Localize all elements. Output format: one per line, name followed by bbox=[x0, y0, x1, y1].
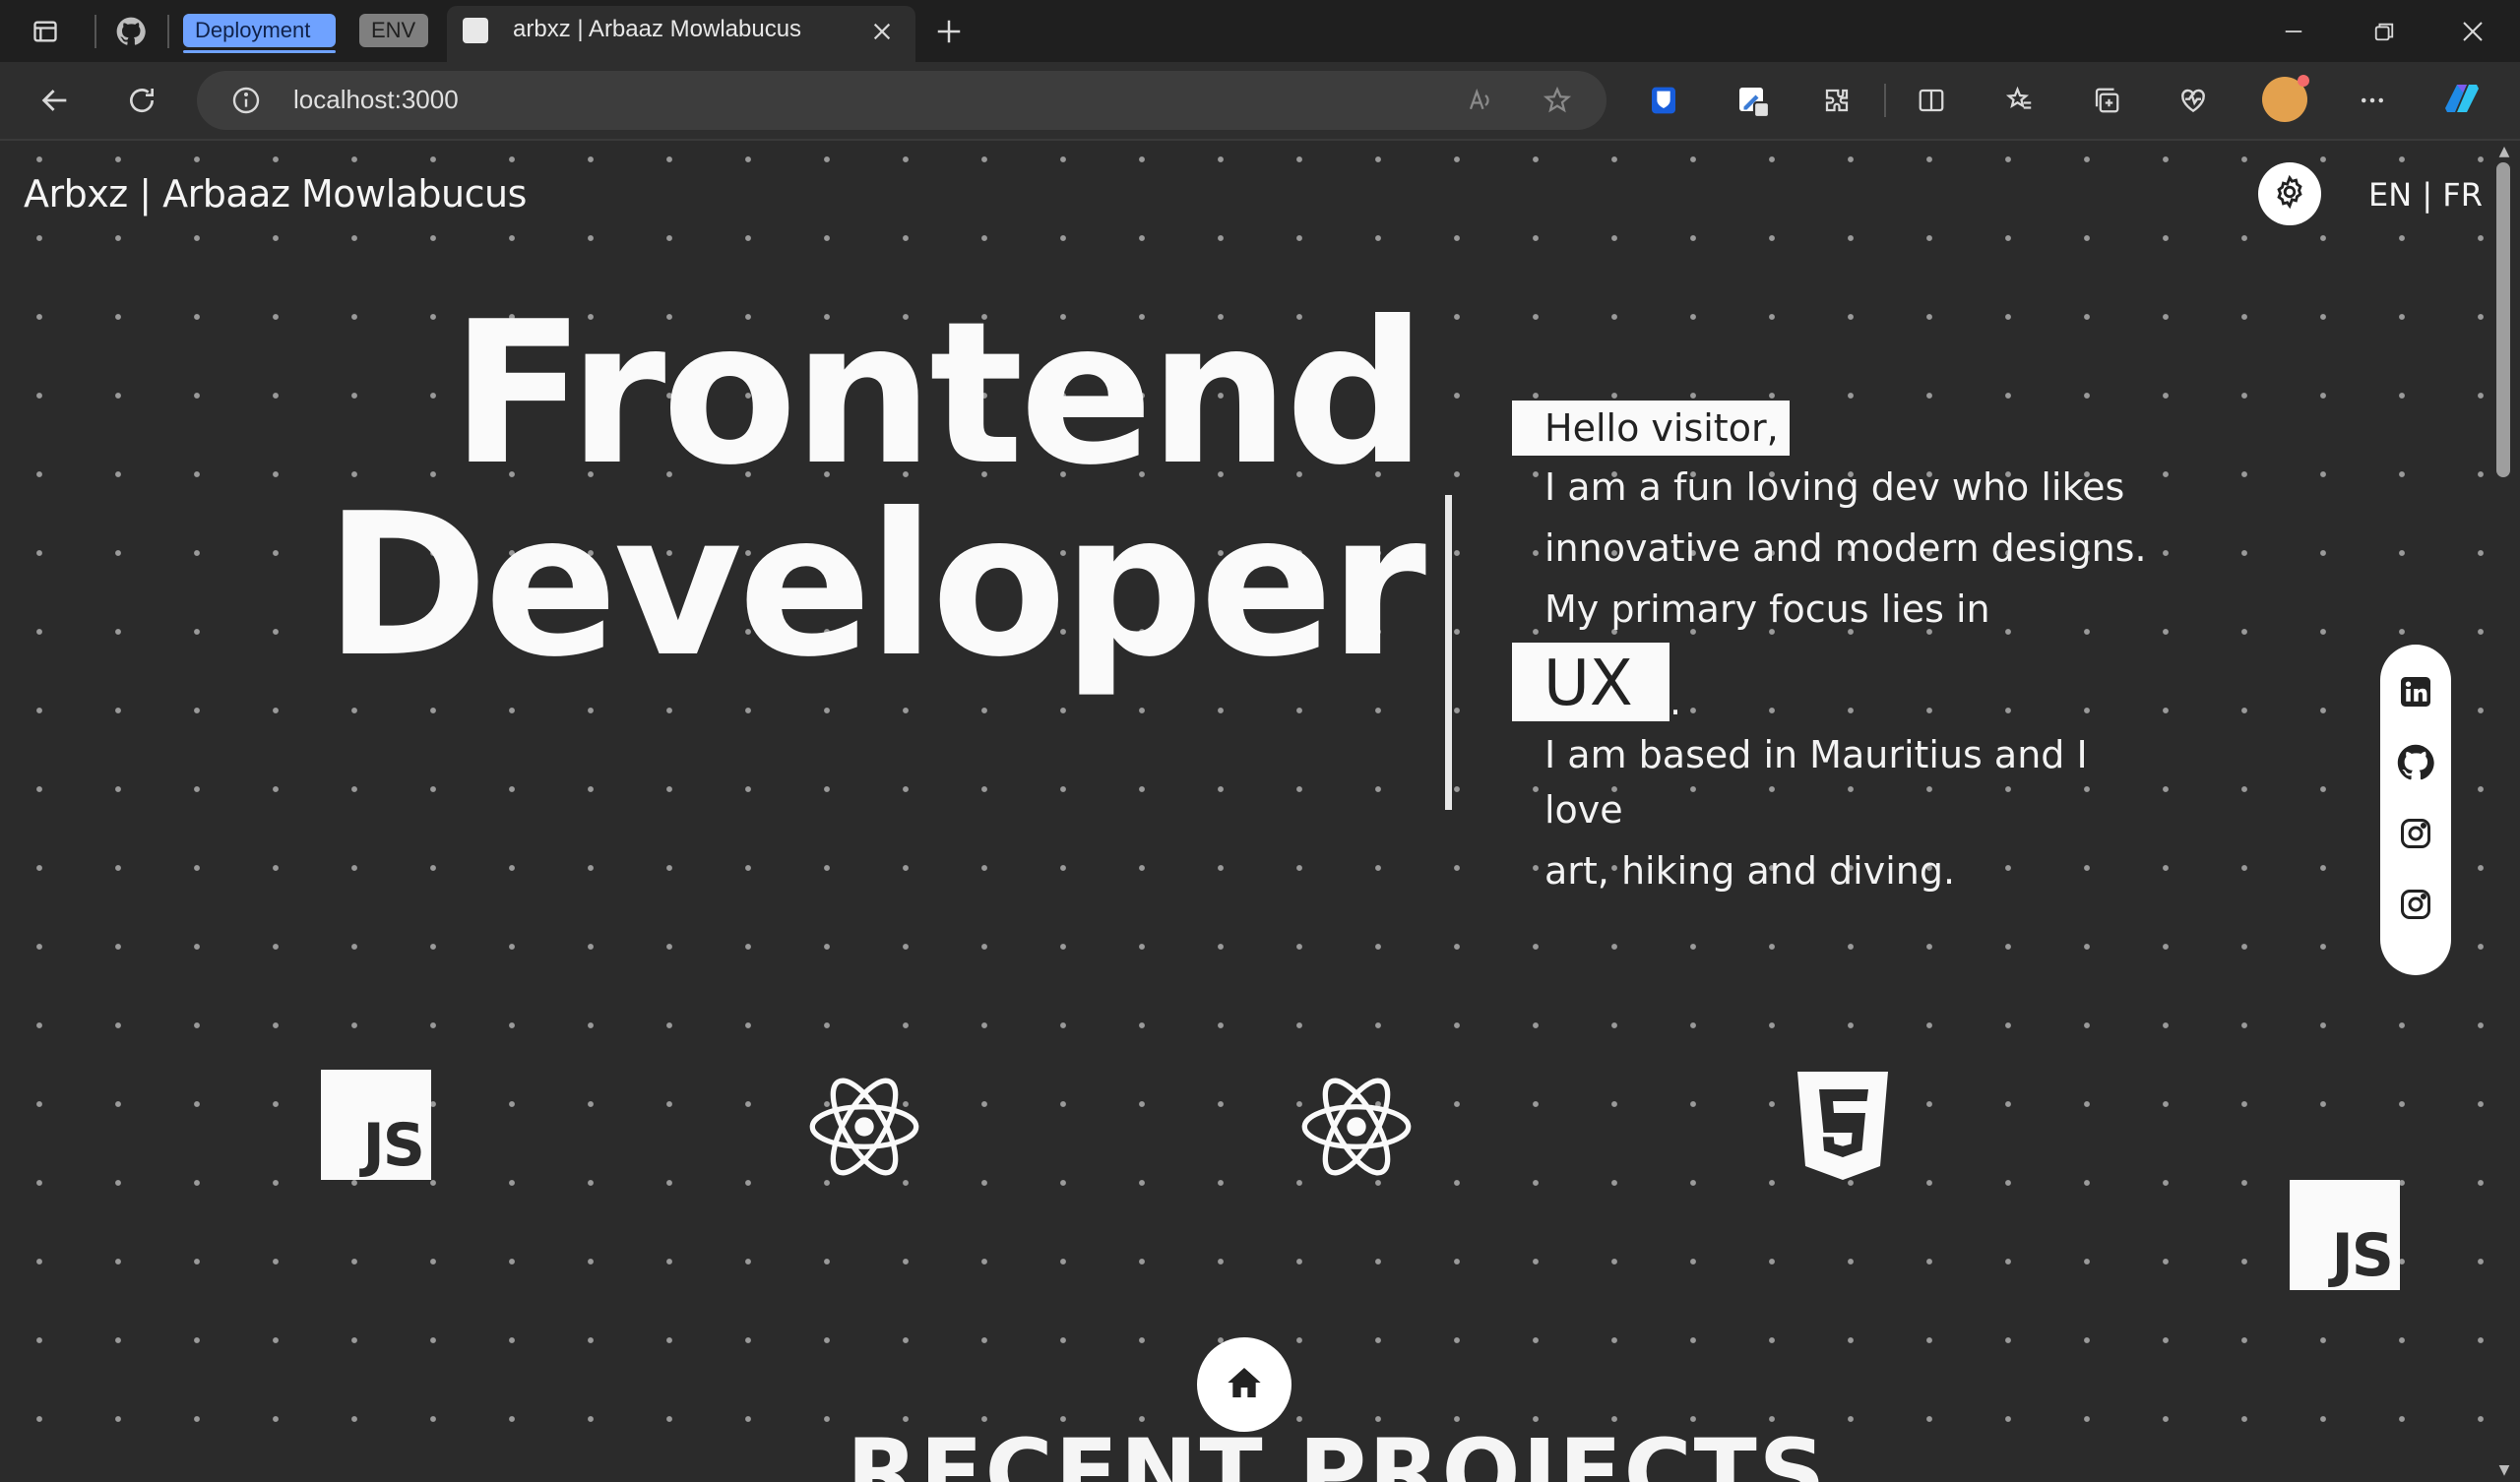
site-logo-text[interactable]: Arbxz | Arbaaz Mowlabucus bbox=[24, 172, 527, 216]
scroll-down-icon[interactable]: ▼ bbox=[2496, 1462, 2512, 1478]
gear-icon bbox=[2272, 174, 2307, 214]
back-icon[interactable] bbox=[35, 81, 75, 120]
collections-icon[interactable] bbox=[2089, 83, 2124, 118]
instagram-icon[interactable] bbox=[2396, 814, 2435, 853]
intro-line: innovative and modern designs. bbox=[1544, 526, 2147, 570]
home-button[interactable] bbox=[1197, 1337, 1292, 1432]
tabbar-separator bbox=[94, 15, 96, 48]
scroll-up-icon[interactable]: ▲ bbox=[2496, 144, 2512, 159]
greeting-text: Hello visitor, bbox=[1544, 406, 1779, 450]
color-picker-extension-icon[interactable] bbox=[1734, 83, 1774, 122]
site-info-icon[interactable] bbox=[228, 83, 264, 118]
copilot-icon[interactable] bbox=[2439, 79, 2485, 118]
bio-line: art, hiking and diving. bbox=[1544, 849, 1956, 893]
github-tab-icon[interactable] bbox=[114, 15, 148, 48]
tab-group-env[interactable]: ENV bbox=[359, 14, 428, 47]
home-icon bbox=[1225, 1363, 1264, 1406]
bio-line: I am based in Mauritius and I bbox=[1544, 733, 2088, 776]
close-tab-icon[interactable] bbox=[866, 16, 898, 47]
javascript-label: JS bbox=[2331, 1221, 2394, 1290]
focus-word: UX bbox=[1544, 648, 1633, 720]
read-aloud-icon[interactable] bbox=[1463, 83, 1498, 118]
refresh-icon[interactable] bbox=[122, 81, 161, 120]
javascript-icon: JS bbox=[321, 1070, 431, 1180]
scrollbar-thumb[interactable] bbox=[2496, 162, 2510, 477]
focus-suffix: . bbox=[1670, 680, 1682, 723]
close-window-icon[interactable] bbox=[2455, 14, 2490, 49]
browser-essentials-icon[interactable] bbox=[2175, 83, 2211, 118]
intro-line: I am a fun loving dev who likes bbox=[1544, 465, 2125, 509]
javascript-icon: JS bbox=[2290, 1180, 2400, 1290]
portfolio-page: Arbxz | Arbaaz Mowlabucus EN | FR Fronte… bbox=[0, 141, 2490, 1482]
tabbar-separator bbox=[167, 15, 169, 48]
react-icon bbox=[1299, 1070, 1414, 1184]
instagram-icon[interactable] bbox=[2396, 885, 2435, 924]
favorite-star-icon[interactable] bbox=[1540, 83, 1575, 118]
linkedin-icon[interactable] bbox=[2396, 672, 2435, 711]
favorites-icon[interactable] bbox=[2002, 83, 2038, 118]
bio-line: love bbox=[1544, 788, 1623, 832]
extensions-icon[interactable] bbox=[1819, 83, 1855, 118]
bitwarden-extension-icon[interactable] bbox=[1646, 83, 1681, 118]
tab-title: arbxz | Arbaaz Mowlabucus bbox=[513, 16, 802, 42]
settings-button[interactable] bbox=[2258, 162, 2321, 225]
more-options-icon[interactable] bbox=[2355, 83, 2390, 118]
intro-line: My primary focus lies in bbox=[1544, 587, 1990, 631]
site-favicon-icon bbox=[463, 18, 488, 43]
hero-title-line2: Developer bbox=[324, 471, 1426, 701]
hero-title: Frontend Developer bbox=[241, 279, 1426, 701]
sidebar-toggle-icon[interactable] bbox=[30, 16, 61, 47]
language-switcher[interactable]: EN | FR bbox=[2368, 176, 2483, 214]
hero-divider bbox=[1445, 495, 1452, 810]
javascript-label: JS bbox=[362, 1111, 425, 1180]
tab-group-deployment[interactable]: Deployment bbox=[183, 14, 336, 53]
github-icon[interactable] bbox=[2396, 743, 2435, 782]
recent-projects-heading: RECENT PROJECTS bbox=[847, 1420, 1828, 1482]
restore-icon[interactable] bbox=[2366, 14, 2402, 49]
toolbar-separator bbox=[1884, 84, 1886, 117]
new-tab-icon[interactable] bbox=[931, 14, 967, 49]
split-screen-icon[interactable] bbox=[1914, 83, 1949, 118]
hero-title-line1: Frontend bbox=[450, 279, 1426, 509]
html5-icon bbox=[1786, 1070, 1900, 1184]
react-icon bbox=[807, 1070, 921, 1184]
profile-avatar[interactable] bbox=[2262, 75, 2309, 122]
url-text[interactable]: localhost:3000 bbox=[293, 85, 459, 115]
minimize-icon[interactable] bbox=[2276, 14, 2311, 49]
